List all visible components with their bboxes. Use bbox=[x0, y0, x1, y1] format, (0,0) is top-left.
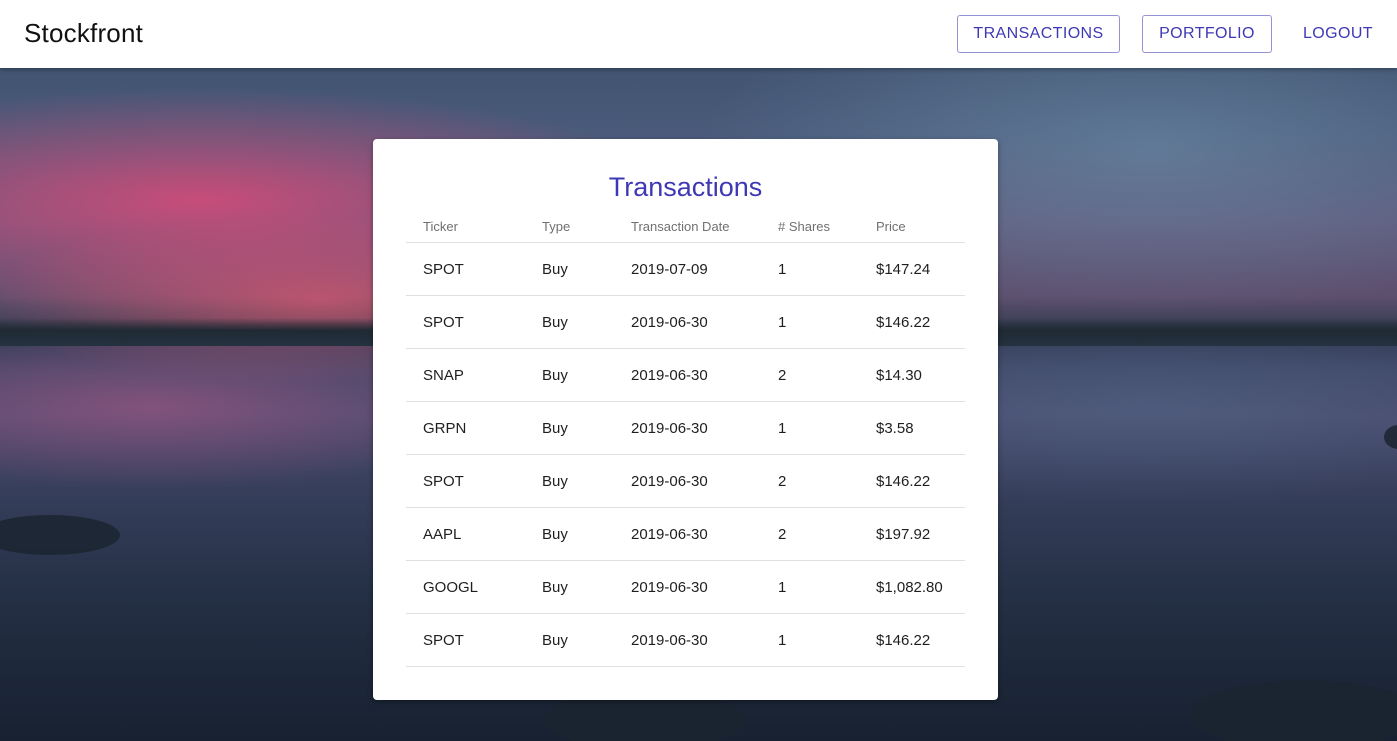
column-header-price: Price bbox=[859, 210, 965, 243]
cell-date: 2019-06-30 bbox=[614, 348, 761, 402]
table-header-row: Ticker Type Transaction Date # Shares Pr… bbox=[406, 210, 965, 243]
cell-shares: 2 bbox=[761, 507, 859, 561]
cell-type: Buy bbox=[525, 348, 614, 402]
column-header-type: Type bbox=[525, 210, 614, 243]
cell-price: $146.22 bbox=[859, 613, 965, 667]
transactions-table: Ticker Type Transaction Date # Shares Pr… bbox=[406, 210, 965, 667]
cell-shares: 1 bbox=[761, 560, 859, 614]
cell-type: Buy bbox=[525, 401, 614, 455]
cell-date: 2019-06-30 bbox=[614, 560, 761, 614]
table-row: AAPL Buy 2019-06-30 2 $197.92 bbox=[406, 507, 965, 561]
page: Stockfront TRANSACTIONS PORTFOLIO LOGOUT… bbox=[0, 0, 1397, 741]
cell-price: $146.22 bbox=[859, 295, 965, 349]
cell-ticker: SPOT bbox=[406, 454, 525, 508]
cell-price: $14.30 bbox=[859, 348, 965, 402]
column-header-ticker: Ticker bbox=[406, 210, 525, 243]
cell-ticker: SPOT bbox=[406, 242, 525, 296]
cell-ticker: AAPL bbox=[406, 507, 525, 561]
cell-shares: 1 bbox=[761, 613, 859, 667]
cell-date: 2019-07-09 bbox=[614, 242, 761, 296]
cell-type: Buy bbox=[525, 454, 614, 508]
cell-date: 2019-06-30 bbox=[614, 454, 761, 508]
column-header-transaction-date: Transaction Date bbox=[614, 210, 761, 243]
cell-type: Buy bbox=[525, 613, 614, 667]
cell-shares: 1 bbox=[761, 242, 859, 296]
table-row: SPOT Buy 2019-07-09 1 $147.24 bbox=[406, 242, 965, 296]
cell-type: Buy bbox=[525, 507, 614, 561]
top-app-bar: Stockfront TRANSACTIONS PORTFOLIO LOGOUT bbox=[0, 0, 1397, 68]
cell-price: $197.92 bbox=[859, 507, 965, 561]
column-header-shares: # Shares bbox=[761, 210, 859, 243]
transactions-card: Transactions Ticker Type Transaction Dat… bbox=[373, 139, 998, 700]
table-row: SPOT Buy 2019-06-30 1 $146.22 bbox=[406, 613, 965, 667]
cell-ticker: SPOT bbox=[406, 295, 525, 349]
cell-price: $147.24 bbox=[859, 242, 965, 296]
cell-type: Buy bbox=[525, 242, 614, 296]
cell-ticker: GOOGL bbox=[406, 560, 525, 614]
cell-date: 2019-06-30 bbox=[614, 401, 761, 455]
table-row: SNAP Buy 2019-06-30 2 $14.30 bbox=[406, 348, 965, 402]
cell-date: 2019-06-30 bbox=[614, 507, 761, 561]
cell-type: Buy bbox=[525, 295, 614, 349]
cell-shares: 1 bbox=[761, 401, 859, 455]
card-title: Transactions bbox=[608, 172, 763, 202]
cell-ticker: SPOT bbox=[406, 613, 525, 667]
cell-date: 2019-06-30 bbox=[614, 613, 761, 667]
table-row: SPOT Buy 2019-06-30 1 $146.22 bbox=[406, 295, 965, 349]
brand-title: Stockfront bbox=[24, 18, 144, 48]
cell-type: Buy bbox=[525, 560, 614, 614]
table-row: GOOGL Buy 2019-06-30 1 $1,082.80 bbox=[406, 560, 965, 614]
cell-ticker: GRPN bbox=[406, 401, 525, 455]
cell-price: $1,082.80 bbox=[859, 560, 965, 614]
cell-shares: 2 bbox=[761, 454, 859, 508]
cell-ticker: SNAP bbox=[406, 348, 525, 402]
cell-price: $146.22 bbox=[859, 454, 965, 508]
cell-price: $3.58 bbox=[859, 401, 965, 455]
cell-shares: 2 bbox=[761, 348, 859, 402]
transactions-nav-button[interactable]: TRANSACTIONS bbox=[957, 15, 1120, 53]
table-row: SPOT Buy 2019-06-30 2 $146.22 bbox=[406, 454, 965, 508]
logout-button[interactable]: LOGOUT bbox=[1303, 15, 1373, 53]
cell-date: 2019-06-30 bbox=[614, 295, 761, 349]
cell-shares: 1 bbox=[761, 295, 859, 349]
portfolio-nav-button[interactable]: PORTFOLIO bbox=[1142, 15, 1272, 53]
table-row: GRPN Buy 2019-06-30 1 $3.58 bbox=[406, 401, 965, 455]
